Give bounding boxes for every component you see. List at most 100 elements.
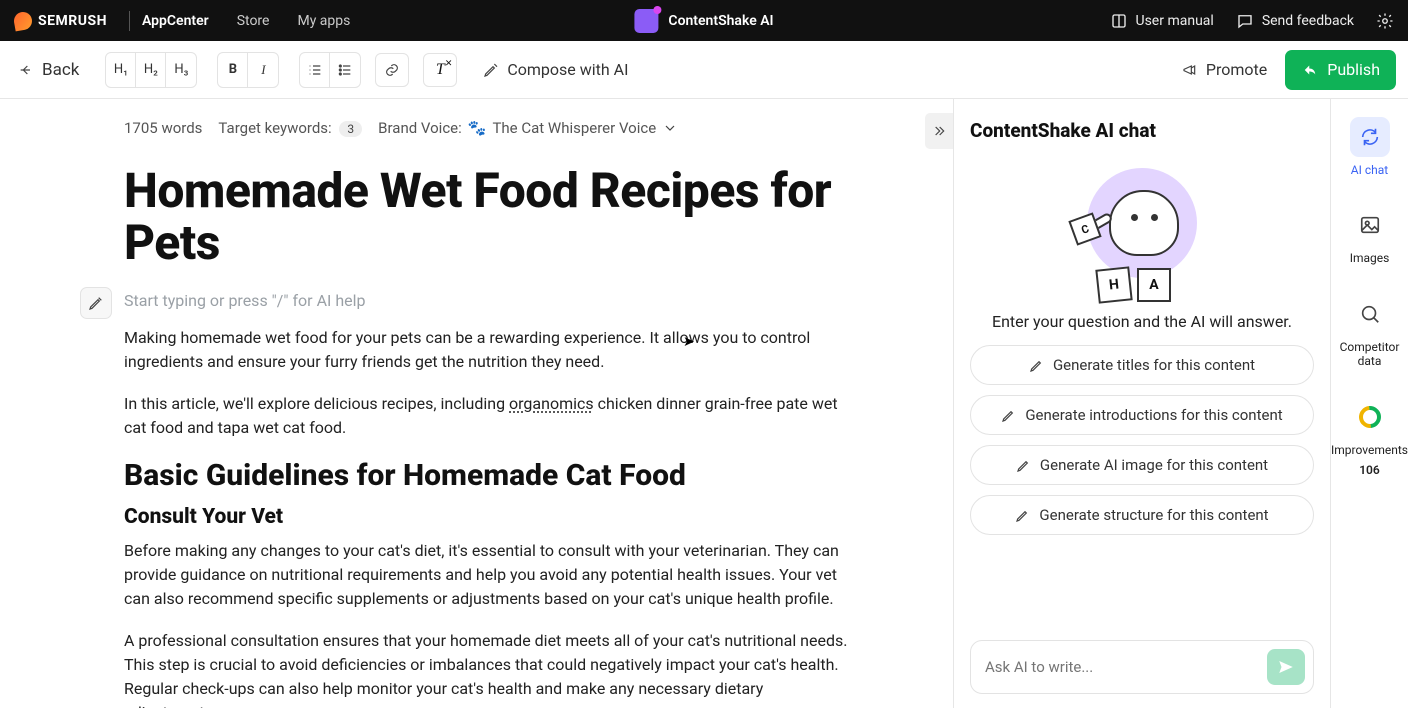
global-header: SEMRUSH AppCenter Store My apps ContentS… bbox=[0, 0, 1408, 41]
compose-label: Compose with AI bbox=[507, 60, 628, 79]
paragraph[interactable]: Making homemade wet food for your pets c… bbox=[124, 326, 854, 374]
publish-button[interactable]: Publish bbox=[1285, 50, 1396, 90]
refresh-icon bbox=[1359, 126, 1381, 148]
rail-label: AI chat bbox=[1351, 163, 1388, 177]
heading-2[interactable]: Basic Guidelines for Homemade Cat Food bbox=[124, 458, 863, 493]
gear-icon[interactable] bbox=[1376, 12, 1394, 30]
suggest-image[interactable]: Generate AI image for this content bbox=[970, 445, 1314, 485]
heading-3[interactable]: Consult Your Vet bbox=[124, 505, 863, 529]
rail-label: Competitor data bbox=[1331, 340, 1408, 369]
list-group bbox=[299, 52, 361, 88]
bold-button[interactable]: B bbox=[218, 53, 248, 87]
target-label: Target keywords: bbox=[218, 119, 331, 137]
placeholder-text[interactable]: Start typing or press "/" for AI help bbox=[124, 291, 863, 310]
rail-label: Images bbox=[1350, 251, 1390, 265]
user-manual-link[interactable]: User manual bbox=[1110, 12, 1214, 30]
brand-text: SEMRUSH bbox=[38, 13, 107, 29]
brand-voice-selector[interactable]: Brand Voice: 🐾 The Cat Whisperer Voice bbox=[378, 119, 678, 137]
compose-ai-button[interactable]: Compose with AI bbox=[483, 60, 628, 79]
ordered-list-button[interactable] bbox=[300, 53, 330, 87]
wand-icon bbox=[88, 295, 104, 311]
wand-icon bbox=[1029, 357, 1045, 373]
rail-label: Improvements bbox=[1331, 443, 1408, 457]
format-group: B I bbox=[217, 52, 279, 88]
rail-ai-chat[interactable]: AI chat bbox=[1350, 117, 1390, 177]
heading-group: H₁ H₂ H₃ bbox=[105, 52, 197, 88]
mouse-cursor-icon: ➤ bbox=[683, 334, 695, 350]
h3-button[interactable]: H₃ bbox=[166, 53, 196, 87]
wand-icon bbox=[1015, 507, 1031, 523]
ai-slash-button[interactable] bbox=[80, 287, 112, 319]
flagged-word[interactable]: organomics bbox=[509, 394, 594, 413]
book-icon bbox=[1110, 12, 1128, 30]
semrush-logo[interactable]: SEMRUSH bbox=[14, 12, 107, 30]
rail-improvement[interactable]: Improvements 106 bbox=[1331, 397, 1408, 478]
progress-ring-icon bbox=[1354, 401, 1385, 432]
chevron-down-icon bbox=[662, 120, 678, 136]
ai-chat-panel: ContentShake AI chat C H A Enter your qu… bbox=[953, 99, 1330, 708]
main-area: 1705 words Target keywords: 3 Brand Voic… bbox=[0, 99, 1408, 708]
link-button[interactable] bbox=[375, 53, 409, 87]
right-rail: AI chat Images Competitor data Improveme… bbox=[1330, 99, 1408, 708]
paw-icon: 🐾 bbox=[468, 119, 487, 137]
suggest-structure[interactable]: Generate structure for this content bbox=[970, 495, 1314, 535]
h2-button[interactable]: H₂ bbox=[136, 53, 166, 87]
target-keywords[interactable]: Target keywords: 3 bbox=[218, 119, 362, 137]
chat-input[interactable] bbox=[985, 658, 1257, 676]
suggest-label: Generate AI image for this content bbox=[1040, 456, 1268, 474]
nav-myapps[interactable]: My apps bbox=[297, 13, 350, 29]
megaphone-icon bbox=[1182, 62, 1198, 78]
doc-title[interactable]: Homemade Wet Food Recipes for Pets bbox=[124, 165, 863, 269]
promote-label: Promote bbox=[1206, 60, 1267, 79]
meta-row: 1705 words Target keywords: 3 Brand Voic… bbox=[0, 99, 953, 137]
italic-button[interactable]: I bbox=[248, 53, 278, 87]
collapse-chat-button[interactable] bbox=[925, 113, 953, 149]
editor-toolbar: Back H₁ H₂ H₃ B I T✕ Compose with AI Pro… bbox=[0, 41, 1408, 99]
send-feedback-link[interactable]: Send feedback bbox=[1236, 12, 1354, 30]
divider bbox=[129, 11, 130, 31]
h1-button[interactable]: H₁ bbox=[106, 53, 136, 87]
paragraph[interactable]: Before making any changes to your cat's … bbox=[124, 539, 854, 611]
arrow-left-icon bbox=[18, 62, 34, 78]
user-manual-label: User manual bbox=[1136, 13, 1214, 29]
back-label: Back bbox=[42, 60, 79, 80]
promote-button[interactable]: Promote bbox=[1182, 60, 1267, 79]
suggest-titles[interactable]: Generate titles for this content bbox=[970, 345, 1314, 385]
rail-competitor[interactable]: Competitor data bbox=[1331, 294, 1408, 369]
suggest-intros[interactable]: Generate introductions for this content bbox=[970, 395, 1314, 435]
target-count: 3 bbox=[339, 121, 362, 137]
brand-label: Brand Voice: bbox=[378, 119, 462, 137]
suggest-label: Generate titles for this content bbox=[1053, 356, 1255, 374]
share-arrow-icon bbox=[1301, 61, 1319, 79]
app-name: ContentShake AI bbox=[668, 13, 773, 29]
improvement-count: 106 bbox=[1359, 463, 1380, 477]
nav-store[interactable]: Store bbox=[237, 13, 270, 29]
flame-icon bbox=[13, 10, 34, 31]
word-count: 1705 words bbox=[124, 119, 202, 137]
suggest-label: Generate structure for this content bbox=[1039, 506, 1268, 524]
rail-images[interactable]: Images bbox=[1350, 205, 1390, 265]
clear-format-button[interactable]: T✕ bbox=[423, 53, 457, 87]
bullet-list-button[interactable] bbox=[330, 53, 360, 87]
paragraph[interactable]: In this article, we'll explore delicious… bbox=[124, 392, 854, 440]
chevrons-right-icon bbox=[931, 123, 947, 139]
chat-icon bbox=[1236, 12, 1254, 30]
search-icon bbox=[1359, 303, 1381, 325]
chat-title: ContentShake AI chat bbox=[970, 119, 1314, 142]
send-button[interactable] bbox=[1267, 649, 1305, 685]
app-title: ContentShake AI bbox=[634, 9, 773, 33]
appcenter-link[interactable]: AppCenter bbox=[142, 13, 209, 29]
image-icon bbox=[1359, 214, 1381, 236]
brand-value: The Cat Whisperer Voice bbox=[492, 119, 656, 137]
document-body[interactable]: Homemade Wet Food Recipes for Pets Start… bbox=[0, 137, 953, 708]
chat-input-row bbox=[970, 640, 1314, 694]
wand-icon bbox=[1001, 407, 1017, 423]
wand-icon bbox=[1016, 457, 1032, 473]
pencil-sparkle-icon bbox=[483, 62, 499, 78]
editor-pane: 1705 words Target keywords: 3 Brand Voic… bbox=[0, 99, 953, 708]
publish-label: Publish bbox=[1327, 60, 1380, 79]
contentshake-icon bbox=[634, 9, 658, 33]
robot-illustration: C H A bbox=[1067, 162, 1217, 302]
paragraph[interactable]: A professional consultation ensures that… bbox=[124, 629, 854, 708]
back-button[interactable]: Back bbox=[12, 56, 85, 84]
